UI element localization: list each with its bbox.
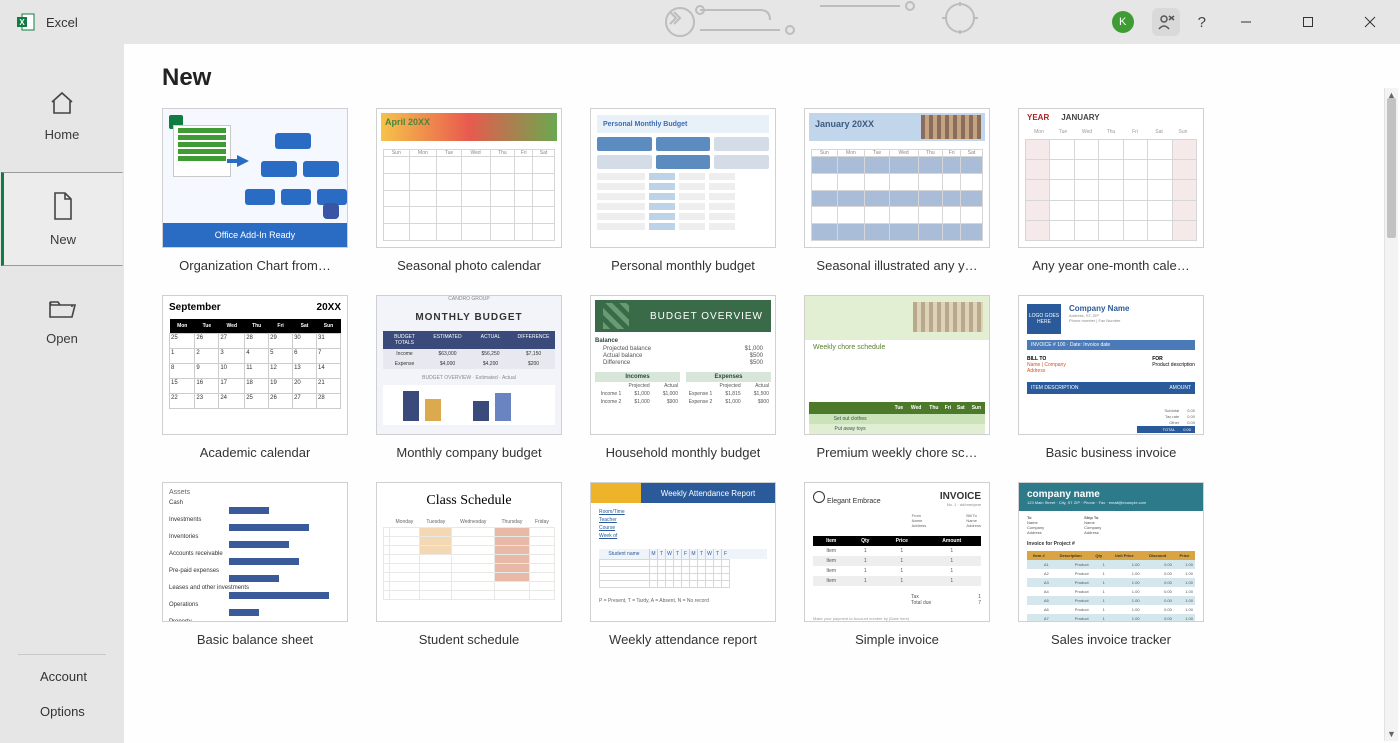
nav-label: Home (45, 127, 80, 142)
template-thumbnail: Class Schedule MondayTuesdayWednesdayThu… (376, 482, 562, 622)
template-thumbnail: YEARJANUARY MonTueWedThuFriSatSun (1018, 108, 1204, 248)
svg-text:X: X (19, 18, 25, 27)
template-item[interactable]: LOGO GOES HERE Company Name Address, ST,… (1018, 295, 1204, 460)
template-thumbnail: Weekly chore schedule TueWedThuFriSatSun… (804, 295, 990, 435)
nav-open[interactable]: Open (1, 278, 123, 364)
template-item[interactable]: Assets Cash Investments Inventories Acco… (162, 482, 348, 647)
template-thumbnail: Elegant Embrace INVOICENo. 1 · dd/mm/yea… (804, 482, 990, 622)
template-caption: Seasonal photo calendar (397, 258, 541, 273)
template-caption: Sales invoice tracker (1051, 632, 1171, 647)
template-thumbnail: CANDRO GROUP MONTHLY BUDGET BUDGET TOTAL… (376, 295, 562, 435)
template-caption: Household monthly budget (606, 445, 761, 460)
template-thumbnail: Office Add-In Ready (162, 108, 348, 248)
template-item[interactable]: Office Add-In Ready Organization Chart f… (162, 108, 348, 273)
nav-label: New (50, 232, 76, 247)
template-caption: Academic calendar (200, 445, 311, 460)
template-caption: Weekly attendance report (609, 632, 757, 647)
template-thumbnail: Personal Monthly Budget (590, 108, 776, 248)
scroll-down-icon[interactable]: ▼ (1385, 727, 1398, 741)
template-item[interactable]: company name 123 Main Street · City, ST … (1018, 482, 1204, 647)
sidebar-divider (18, 654, 106, 655)
template-thumbnail: Assets Cash Investments Inventories Acco… (162, 482, 348, 622)
template-thumbnail: January 20XX SunMonTueWedThuFriSat (804, 108, 990, 248)
home-icon (48, 90, 76, 119)
scroll-thumb[interactable] (1387, 98, 1396, 238)
template-caption: Student schedule (419, 632, 519, 647)
new-doc-icon (51, 191, 75, 224)
template-thumbnail: LOGO GOES HERE Company Name Address, ST,… (1018, 295, 1204, 435)
template-thumbnail: BUDGET OVERVIEW Balance Projected balanc… (590, 295, 776, 435)
app-name: Excel (46, 15, 78, 30)
template-caption: Any year one-month cale… (1032, 258, 1190, 273)
maximize-button[interactable] (1286, 0, 1330, 44)
template-item[interactable]: April 20XX SunMonTueWedThuFriSat Seasona… (376, 108, 562, 273)
help-button[interactable]: ? (1198, 0, 1206, 44)
content-area: New Office Add-In Ready Organization Cha… (124, 44, 1400, 743)
excel-app-icon: X (16, 12, 36, 32)
user-avatar[interactable]: K (1112, 11, 1134, 33)
close-button[interactable] (1348, 0, 1392, 44)
template-item[interactable]: Elegant Embrace INVOICENo. 1 · dd/mm/yea… (804, 482, 990, 647)
template-thumbnail: April 20XX SunMonTueWedThuFriSat (376, 108, 562, 248)
template-caption: Personal monthly budget (611, 258, 755, 273)
titlebar: X Excel K ? (0, 0, 1400, 44)
minimize-button[interactable] (1224, 0, 1268, 44)
open-folder-icon (47, 296, 77, 323)
nav-options[interactable]: Options (0, 694, 124, 729)
vertical-scrollbar[interactable]: ▲ ▼ (1384, 88, 1398, 741)
decorative-circuit (640, 0, 1140, 44)
template-item[interactable]: Weekly chore schedule TueWedThuFriSatSun… (804, 295, 990, 460)
template-thumbnail: September20XX MonTueWedThuFriSatSun 2526… (162, 295, 348, 435)
template-thumbnail: company name 123 Main Street · City, ST … (1018, 482, 1204, 622)
nav-new[interactable]: New (1, 172, 123, 266)
template-caption: Premium weekly chore sc… (816, 445, 977, 460)
template-thumbnail: Weekly Attendance Report Room/Time Teach… (590, 482, 776, 622)
nav-home[interactable]: Home (1, 72, 123, 160)
template-caption: Organization Chart from… (179, 258, 331, 273)
template-item[interactable]: BUDGET OVERVIEW Balance Projected balanc… (590, 295, 776, 460)
nav-label: Open (46, 331, 78, 346)
page-heading: New (162, 64, 1400, 92)
template-caption: Basic business invoice (1046, 445, 1177, 460)
template-caption: Basic balance sheet (197, 632, 313, 647)
template-gallery: Office Add-In Ready Organization Chart f… (162, 102, 1400, 647)
template-caption: Monthly company budget (396, 445, 541, 460)
account-manager-icon[interactable] (1152, 8, 1180, 36)
template-item[interactable]: Weekly Attendance Report Room/Time Teach… (590, 482, 776, 647)
template-item[interactable]: Class Schedule MondayTuesdayWednesdayThu… (376, 482, 562, 647)
template-item[interactable]: CANDRO GROUP MONTHLY BUDGET BUDGET TOTAL… (376, 295, 562, 460)
template-caption: Simple invoice (855, 632, 939, 647)
template-item[interactable]: January 20XX SunMonTueWedThuFriSat Seaso… (804, 108, 990, 273)
template-item[interactable]: Personal Monthly Budget Personal monthly… (590, 108, 776, 273)
template-caption: Seasonal illustrated any y… (816, 258, 977, 273)
backstage-sidebar: Home New Open Account Options (0, 44, 124, 743)
template-item[interactable]: YEARJANUARY MonTueWedThuFriSatSun Any ye… (1018, 108, 1204, 273)
template-item[interactable]: September20XX MonTueWedThuFriSatSun 2526… (162, 295, 348, 460)
nav-account[interactable]: Account (0, 659, 124, 694)
